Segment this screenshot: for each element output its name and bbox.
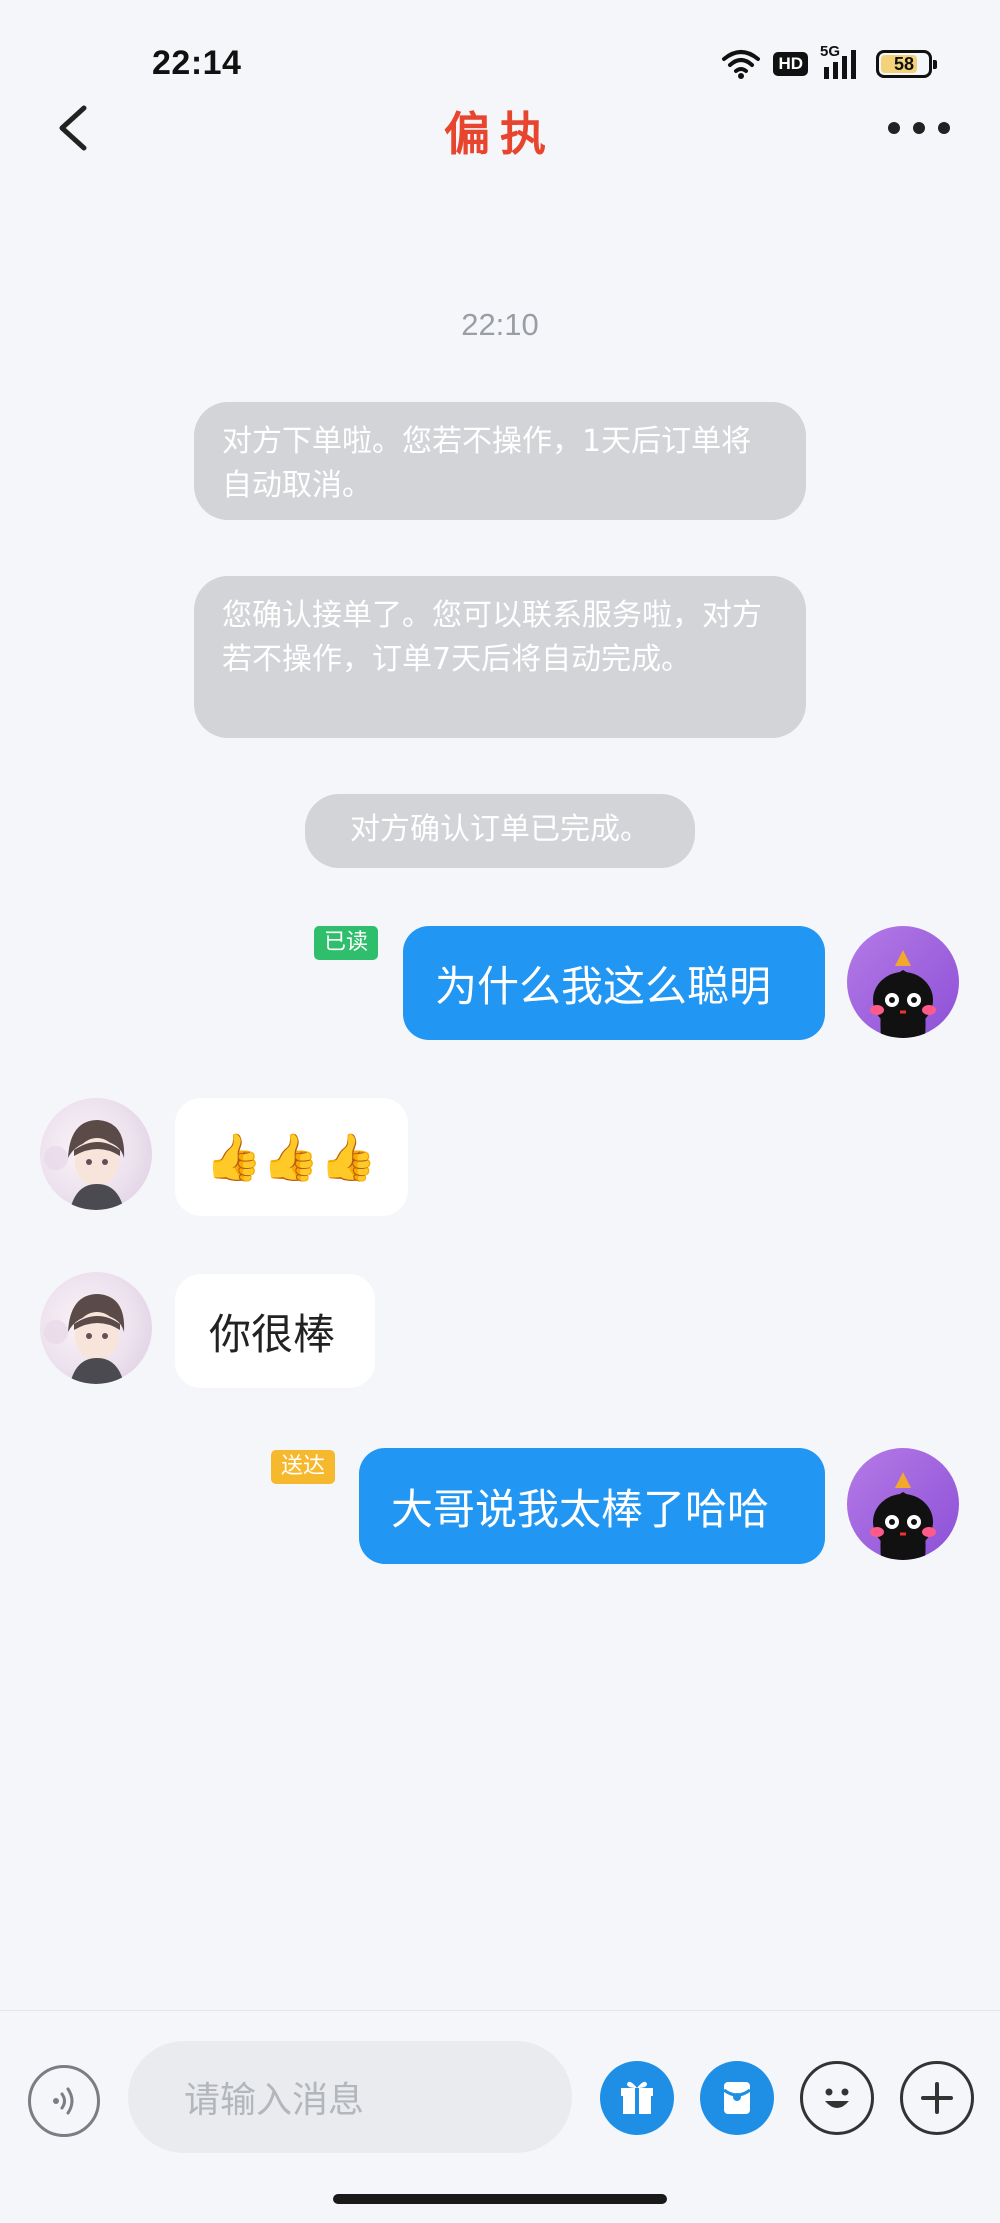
more-dots-icon[interactable] [884, 110, 954, 146]
avatar[interactable] [847, 1448, 959, 1560]
cat-avatar-icon [870, 950, 936, 1038]
chat-header: 偏执 [0, 92, 1000, 162]
message-input[interactable]: 请输入消息 [128, 2041, 572, 2153]
battery-icon: 58 [876, 50, 937, 78]
hd-badge: HD [773, 52, 808, 76]
battery-level: 58 [893, 53, 915, 74]
gift-button[interactable] [600, 2061, 674, 2135]
read-status-badge: 已读 [314, 926, 379, 960]
plus-icon [921, 2082, 953, 2114]
avatar[interactable] [847, 926, 959, 1038]
emoji-icon [825, 2088, 849, 2108]
avatar[interactable] [40, 1098, 152, 1210]
message-bubble-received[interactable]: 👍👍👍 [175, 1098, 408, 1216]
red-packet-button[interactable] [700, 2061, 774, 2135]
message-bubble-sent[interactable]: 大哥说我太棒了哈哈 [359, 1448, 825, 1564]
system-message: 对方下单啦。您若不操作，1天后订单将自动取消。 [194, 402, 806, 520]
delivered-status-badge: 送达 [271, 1450, 336, 1484]
system-message: 您确认接单了。您可以联系服务啦，对方若不操作，订单7天后将自动完成。 [194, 576, 806, 738]
plus-button[interactable] [900, 2061, 974, 2135]
system-message: 对方确认订单已完成。 [305, 794, 695, 868]
red-packet-icon [723, 2082, 751, 2114]
chat-title: 偏执 [444, 107, 556, 161]
composer-bar: 请输入消息 [0, 2010, 1000, 2223]
message-bubble-sent[interactable]: 为什么我这么聪明 [403, 926, 825, 1040]
input-placeholder: 请输入消息 [184, 2080, 365, 2121]
emoji-button[interactable] [800, 2061, 874, 2135]
message-timestamp: 22:10 [461, 307, 539, 342]
home-indicator[interactable] [333, 2194, 667, 2204]
voice-icon [53, 2087, 74, 2115]
signal-5g-icon: 5G [820, 43, 864, 81]
wifi-icon [722, 50, 761, 79]
avatar[interactable] [40, 1272, 152, 1384]
voice-button[interactable] [28, 2065, 100, 2137]
message-bubble-received[interactable]: 你很棒 [175, 1274, 375, 1388]
status-icons: HD 5G 58 [721, 43, 937, 82]
status-time: 22:14 [152, 44, 242, 82]
anime-avatar-icon [44, 1294, 125, 1384]
cat-avatar-icon [870, 1472, 936, 1560]
anime-avatar-icon [44, 1120, 125, 1210]
gift-icon [621, 2081, 653, 2114]
